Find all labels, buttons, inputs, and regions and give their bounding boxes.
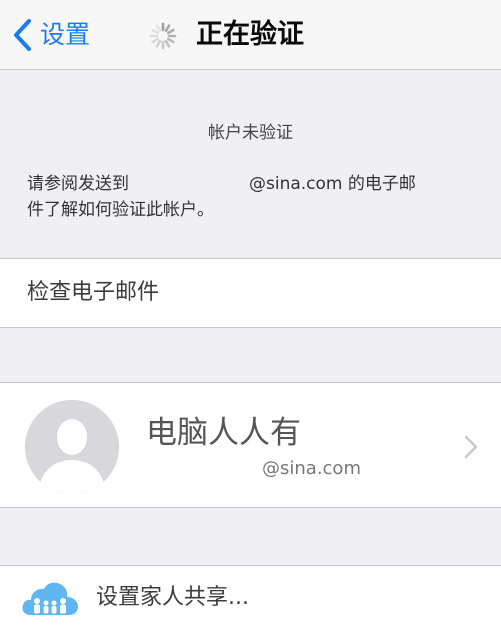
account-email: @sina.com: [262, 458, 361, 479]
back-button[interactable]: 设置: [12, 18, 90, 52]
info-body: 请参阅发送到 @sina.com 的电子邮 件了解如何验证此帐户。: [27, 171, 477, 223]
info-body-prefix: 请参阅发送到: [27, 174, 129, 194]
loading-spinner-icon: [149, 22, 177, 50]
family-sharing-label: 设置家人共享...: [96, 585, 249, 610]
navigation-bar: 设置 正在验证: [0, 0, 501, 70]
info-heading: 帐户未验证: [208, 123, 293, 143]
family-sharing-icon: [22, 582, 78, 615]
check-email-label: 检查电子邮件: [27, 280, 160, 305]
verification-info-section: 帐户未验证 请参阅发送到 @sina.com 的电子邮 件了解如何验证此帐户。: [0, 71, 501, 257]
account-name: 电脑人人有: [146, 415, 301, 451]
account-row[interactable]: 电脑人人有 @sina.com: [0, 382, 501, 508]
back-button-label: 设置: [40, 20, 91, 49]
info-body-email: @sina.com: [249, 174, 343, 194]
family-sharing-row[interactable]: 设置家人共享...: [0, 565, 501, 634]
chevron-left-icon: [14, 19, 31, 51]
avatar: [25, 400, 119, 494]
page-title: 正在验证: [196, 19, 304, 50]
chevron-right-icon: [464, 435, 478, 459]
check-email-button[interactable]: 检查电子邮件: [0, 258, 501, 328]
info-body-line2: 件了解如何验证此帐户。: [27, 200, 214, 220]
avatar-placeholder-icon: [25, 400, 119, 494]
info-body-suffix: 的电子邮: [342, 174, 416, 194]
